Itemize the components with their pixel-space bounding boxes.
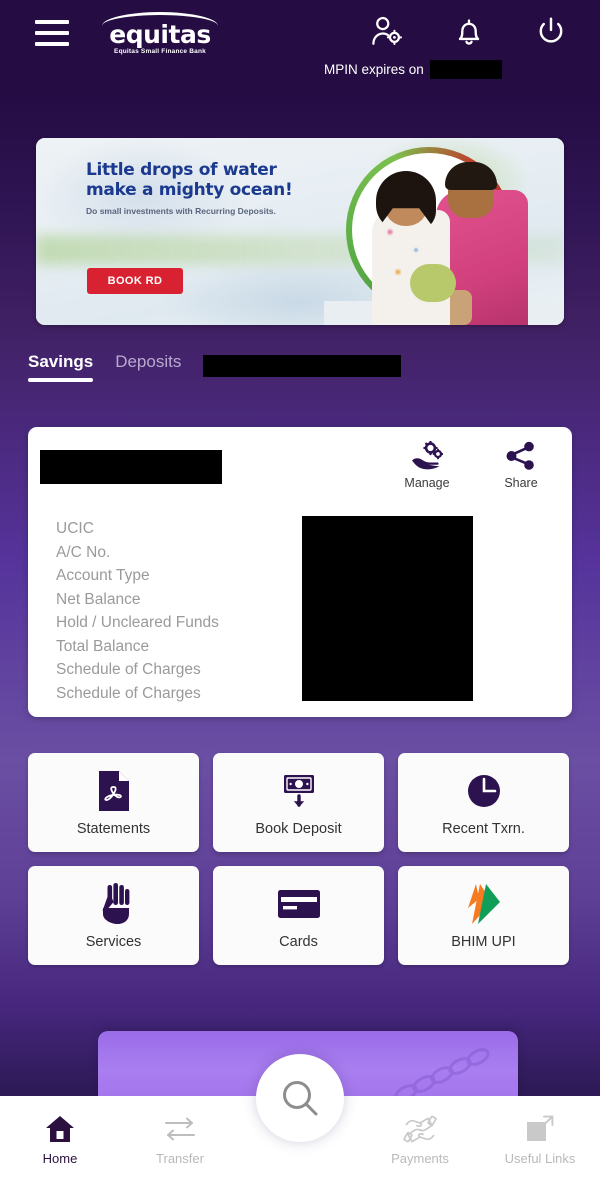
hamburger-menu-icon[interactable]: [35, 20, 69, 46]
pdf-document-icon: [96, 769, 132, 813]
account-card: Manage Share UCIC A/C No. Account Type N…: [28, 427, 572, 717]
banner-title-line2: make a mighty ocean!: [86, 180, 293, 200]
manage-button[interactable]: Manage: [394, 441, 460, 490]
nav-item-payments[interactable]: Payments: [360, 1096, 480, 1166]
tile-statements[interactable]: Statements: [28, 753, 199, 852]
nav-item-home[interactable]: Home: [0, 1096, 120, 1166]
tile-cards[interactable]: Cards: [213, 866, 384, 965]
share-icon: [506, 441, 534, 470]
app-header: equitas Equitas Small Finance Bank MPIN …: [0, 0, 600, 95]
hamburger-bar: [35, 42, 69, 46]
label-ac-no: A/C No.: [56, 543, 111, 561]
nav-label-payments: Payments: [391, 1151, 449, 1166]
payments-hands-icon: [402, 1114, 438, 1144]
share-label: Share: [504, 476, 538, 490]
label-schedule-of-charges-1[interactable]: Schedule of Charges: [56, 658, 219, 682]
tile-services[interactable]: Services: [28, 866, 199, 965]
home-icon: [45, 1114, 75, 1144]
profile-settings-icon[interactable]: [370, 14, 404, 48]
banner-piggy-bank: [410, 264, 456, 302]
app-root: equitas Equitas Small Finance Bank MPIN …: [0, 0, 600, 1184]
account-detail-labels: UCIC A/C No. Account Type Net Balance Ho…: [56, 517, 219, 705]
hand-icon: [94, 882, 134, 926]
header-icon-group: [370, 14, 568, 48]
account-name-redacted: [40, 450, 222, 484]
banner-subtitle: Do small investments with Recurring Depo…: [86, 206, 276, 216]
nav-label-transfer: Transfer: [156, 1151, 204, 1166]
mpin-expiry-value-redacted: [429, 60, 502, 79]
tab-redacted[interactable]: [203, 355, 402, 377]
label-total-balance: Total Balance: [56, 637, 150, 655]
transfer-arrows-icon: [163, 1114, 197, 1144]
chain-decoration-icon: [394, 1048, 490, 1101]
logo-wordmark: equitas: [109, 20, 211, 49]
label-ucic: UCIC: [56, 520, 94, 537]
banner-photo: [324, 138, 564, 325]
clock-icon: [464, 769, 504, 813]
label-hold-uncleared-funds: Hold / Uncleared Funds: [56, 614, 219, 631]
tile-label-cards: Cards: [279, 933, 318, 950]
tile-label-services: Services: [85, 933, 142, 950]
equitas-logo[interactable]: equitas Equitas Small Finance Bank: [96, 12, 224, 56]
banner-title-line1: Little drops of water: [86, 160, 277, 180]
banknote-download-icon: [277, 769, 321, 813]
tile-bhim-upi[interactable]: BHIM UPI: [398, 866, 569, 965]
label-account-type: Account Type: [56, 567, 150, 584]
power-logout-icon[interactable]: [534, 14, 568, 48]
mpin-expiry-notice: MPIN expires on: [324, 60, 502, 79]
hamburger-bar: [35, 20, 69, 24]
tile-book-deposit[interactable]: Book Deposit: [213, 753, 384, 852]
quick-action-grid: Statements Book Deposit Recent Txrn. Ser…: [28, 753, 572, 965]
account-values-redacted: [302, 516, 473, 701]
bhim-upi-logo-icon: [466, 882, 502, 926]
tile-label-recent-txn: Recent Txrn.: [442, 820, 525, 837]
credit-card-icon: [276, 882, 322, 926]
mpin-expiry-label: MPIN expires on: [324, 62, 424, 77]
manage-label: Manage: [404, 476, 450, 490]
bell-icon[interactable]: [452, 14, 486, 48]
account-type-tabs: Savings Deposits: [28, 352, 402, 382]
hamburger-bar: [35, 31, 69, 35]
nav-item-useful-links[interactable]: Useful Links: [480, 1096, 600, 1166]
tile-recent-txn[interactable]: Recent Txrn.: [398, 753, 569, 852]
banner-father-hair: [445, 162, 497, 190]
search-fab-button[interactable]: [256, 1054, 344, 1142]
banner-title: Little drops of water make a mighty ocea…: [86, 160, 293, 200]
search-icon: [283, 1081, 318, 1116]
tile-label-statements: Statements: [76, 820, 151, 837]
label-net-balance: Net Balance: [56, 590, 141, 608]
label-schedule-of-charges-2[interactable]: Schedule of Charges: [56, 682, 219, 706]
promo-banner[interactable]: Little drops of water make a mighty ocea…: [36, 138, 564, 325]
logo-tagline: Equitas Small Finance Bank: [114, 48, 206, 55]
nav-item-transfer[interactable]: Transfer: [120, 1096, 240, 1166]
tile-label-bhim-upi: BHIM UPI: [451, 933, 516, 950]
bottom-navigation: Home Transfer Payments Useful Links: [0, 1054, 600, 1184]
book-rd-button[interactable]: BOOK RD: [87, 268, 183, 294]
tile-label-book-deposit: Book Deposit: [255, 820, 342, 837]
share-button[interactable]: Share: [488, 441, 554, 490]
tab-savings[interactable]: Savings: [28, 352, 94, 382]
nav-label-home: Home: [42, 1151, 78, 1166]
external-link-icon: [525, 1114, 555, 1144]
hand-gears-icon: [412, 441, 443, 470]
account-actions: Manage Share: [394, 441, 554, 490]
tab-deposits[interactable]: Deposits: [115, 352, 181, 382]
nav-label-useful-links: Useful Links: [504, 1151, 576, 1166]
